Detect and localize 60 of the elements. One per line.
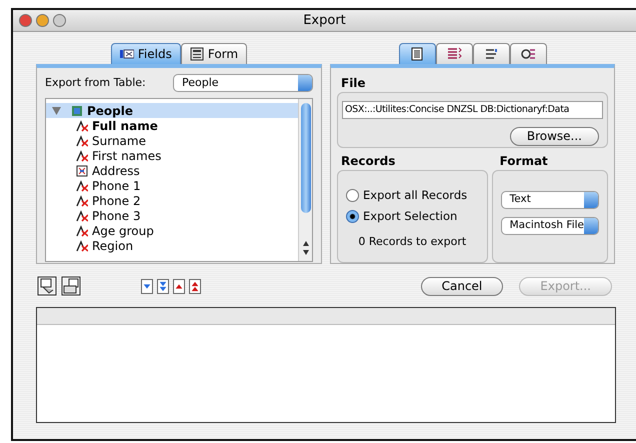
tab[interactable] <box>472 43 510 64</box>
table-select[interactable]: People <box>173 74 313 92</box>
tree-row[interactable]: Full name <box>46 118 298 133</box>
fields-icon <box>120 47 134 61</box>
tab[interactable]: Form <box>180 43 248 64</box>
window-title: Export <box>303 12 346 30</box>
move-up-button[interactable] <box>173 278 185 294</box>
record-count: 0 Records to export <box>357 234 468 250</box>
close-button[interactable] <box>19 14 32 27</box>
text-field-icon <box>76 210 88 222</box>
file-path-field[interactable]: OSX:..:Utilites:Concise DNZSL DB:Dictionaryf:Data <box>342 101 603 120</box>
tree-row[interactable]: Surname <box>46 133 298 148</box>
tree-row[interactable]: Phone 3 <box>46 208 298 223</box>
load-button[interactable] <box>37 276 57 296</box>
tab[interactable] <box>398 43 436 64</box>
browse-button[interactable]: Browse... <box>510 127 599 146</box>
tree-row[interactable]: Region <box>46 238 298 253</box>
format-select[interactable]: Macintosh File <box>500 217 599 235</box>
text-field-icon <box>76 224 88 236</box>
document-icon <box>410 47 424 61</box>
text-field-icon <box>76 120 88 132</box>
move-to-top-button[interactable] <box>189 278 201 294</box>
tab[interactable] <box>510 43 546 64</box>
tree-row[interactable]: People <box>46 103 298 118</box>
symbols-icon <box>520 47 536 61</box>
section-title: Format <box>500 153 549 170</box>
text-field-icon <box>76 180 88 192</box>
text-field-icon <box>76 194 88 206</box>
load-icon <box>37 276 57 296</box>
section-title: File <box>341 75 367 92</box>
tree-row[interactable]: Phone 1 <box>46 178 298 193</box>
cancel-button[interactable]: Cancel <box>420 276 504 296</box>
minimize-button[interactable] <box>36 14 49 27</box>
format-select[interactable]: Text <box>500 191 599 209</box>
save-button[interactable] <box>61 276 81 296</box>
tree-row[interactable]: Address <box>46 163 298 178</box>
section-title: Records <box>341 153 396 170</box>
lines-icon <box>484 47 498 61</box>
picture-field-icon <box>76 164 88 176</box>
scroll-arrows-icon[interactable] <box>302 239 310 257</box>
save-icon <box>61 276 81 296</box>
tab[interactable] <box>436 43 472 64</box>
tree-row[interactable]: Phone 2 <box>46 193 298 208</box>
form-icon <box>190 47 204 61</box>
list-icon <box>446 47 462 61</box>
radio-option[interactable]: Export all Records <box>346 187 479 204</box>
text-field-icon <box>76 150 88 162</box>
zoom-button[interactable] <box>53 14 66 27</box>
text-field-icon <box>76 134 88 146</box>
tab[interactable]: Fields <box>110 43 181 64</box>
scrollbar[interactable] <box>298 99 312 261</box>
disclosure-triangle-icon[interactable] <box>52 106 61 115</box>
field-label: Export from Table: <box>45 74 146 91</box>
text-field-icon <box>76 240 88 252</box>
radio-option[interactable]: Export Selection <box>346 208 479 226</box>
table-icon <box>71 104 83 116</box>
move-down-button[interactable] <box>141 278 153 294</box>
tree-row[interactable]: First names <box>46 148 298 163</box>
tree-row[interactable]: Age group <box>46 223 298 238</box>
move-to-bottom-button[interactable] <box>157 278 169 294</box>
